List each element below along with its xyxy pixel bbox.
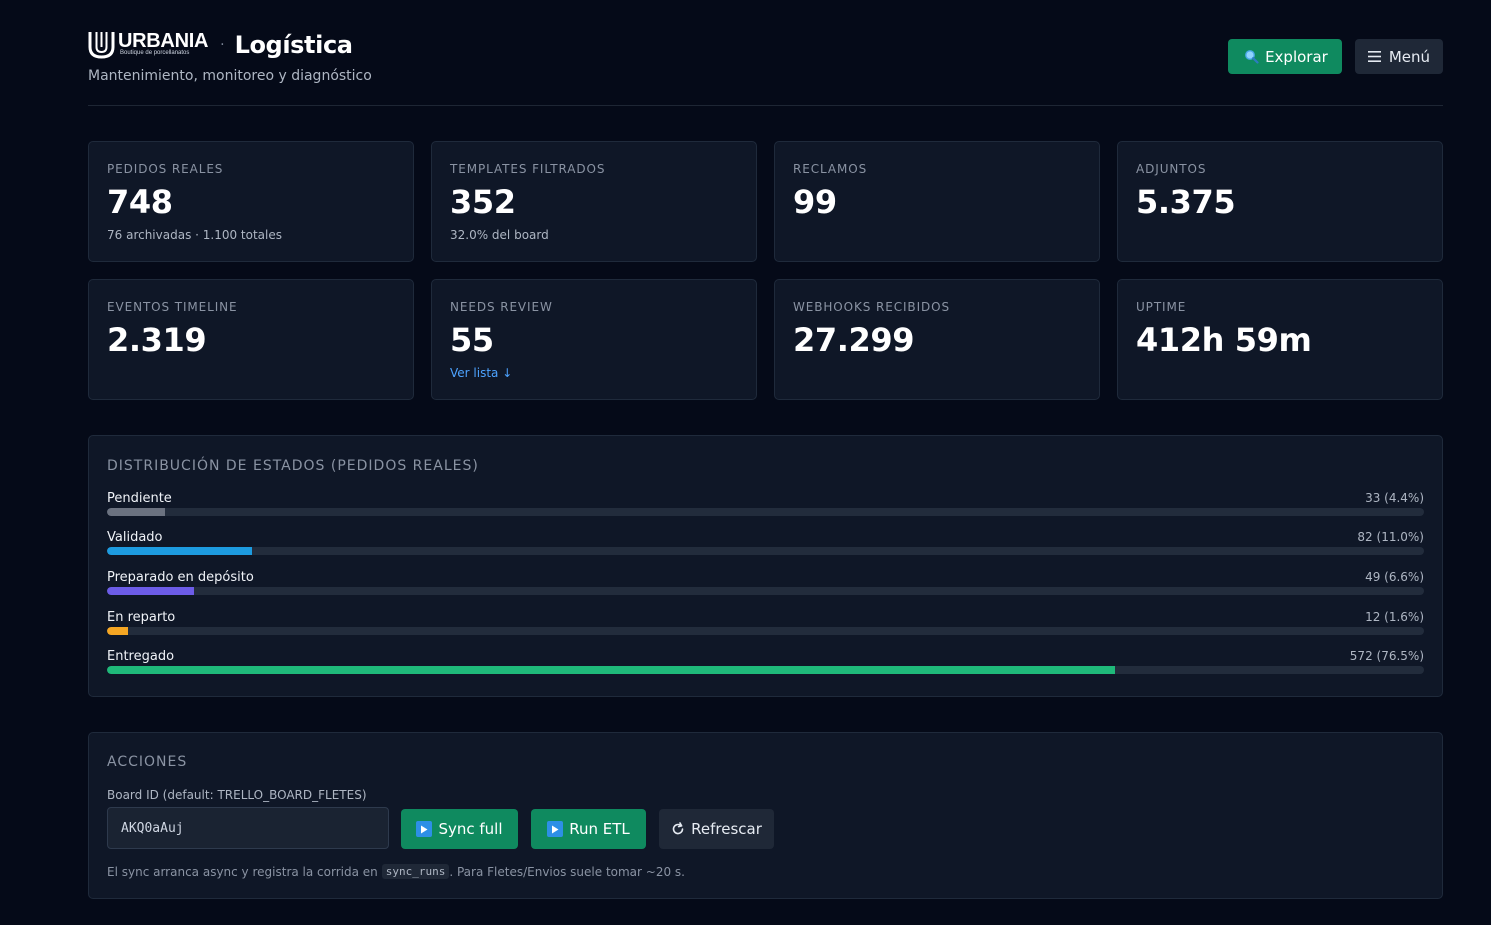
stat-value: 55 (450, 321, 494, 359)
page-subtitle: Mantenimiento, monitoreo y diagnóstico (88, 68, 372, 84)
menu-button-label: Menú (1388, 47, 1430, 66)
status-bar-fill (107, 547, 252, 555)
title-separator: · (220, 36, 225, 53)
status-bar-track (107, 587, 1424, 595)
stat-subtext: 32.0% del board (450, 228, 549, 242)
stat-card-pedidos-reales: PEDIDOS REALES 748 76 archivadas · 1.100… (88, 141, 414, 262)
status-count: 33 (4.4%) (1365, 491, 1424, 505)
page-header: URBANIA Boutique de porcellanatos · Logí… (88, 28, 1443, 106)
status-label: Entregado (107, 649, 175, 664)
refresh-button[interactable]: Refrescar (659, 809, 774, 849)
sync-note-text: El sync arranca async y registra la corr… (107, 864, 378, 879)
stat-value: 2.319 (107, 321, 207, 359)
distribution-title: DISTRIBUCIÓN DE ESTADOS (PEDIDOS REALES) (107, 458, 479, 474)
status-bar-fill (107, 587, 194, 595)
play-icon (416, 821, 433, 837)
stat-label: RECLAMOS (793, 162, 868, 176)
stat-card-adjuntos: ADJUNTOS 5.375 (1117, 141, 1443, 262)
run-etl-button[interactable]: Run ETL (531, 809, 646, 849)
status-bar-fill (107, 666, 1115, 674)
urbania-logo-icon (88, 32, 115, 59)
refresh-icon (672, 822, 684, 835)
distribution-row-entregado: Entregado 572 (76.5%) (107, 649, 1424, 683)
logo-tagline: Boutique de porcellanatos (120, 50, 190, 56)
explore-button-label: Explorar (1265, 47, 1328, 66)
brand: URBANIA Boutique de porcellanatos · Logí… (88, 30, 353, 59)
stat-card-eventos-timeline: EVENTOS TIMELINE 2.319 (88, 279, 414, 400)
status-count: 82 (11.0%) (1357, 530, 1424, 544)
board-id-input[interactable] (107, 807, 389, 849)
ver-lista-link[interactable]: Ver lista ↓ (450, 366, 738, 380)
stat-value: 412h 59m (1136, 321, 1312, 359)
page-title: Logística (234, 30, 353, 59)
sync-note: El sync arranca async y registra la corr… (107, 864, 685, 879)
logo-wordmark: URBANIA (118, 30, 209, 52)
status-distribution-panel: DISTRIBUCIÓN DE ESTADOS (PEDIDOS REALES)… (88, 435, 1443, 697)
stat-value: 748 (107, 183, 173, 221)
search-icon (1245, 50, 1259, 64)
run-etl-label: Run ETL (569, 820, 630, 838)
status-bar-track (107, 547, 1424, 555)
sync-note-tail: . Para Fletes/Envios suele tomar ~20 s. (449, 864, 685, 879)
status-count: 572 (76.5%) (1349, 649, 1424, 663)
stat-subtext: 76 archivadas · 1.100 totales (107, 228, 283, 242)
status-label: En reparto (107, 610, 176, 625)
status-count: 49 (6.6%) (1365, 570, 1424, 584)
stat-label: EVENTOS TIMELINE (107, 300, 238, 314)
status-bar-fill (107, 627, 129, 635)
distribution-row-validado: Validado 82 (11.0%) (107, 530, 1424, 564)
stat-value: 5.375 (1136, 183, 1236, 221)
play-icon (547, 821, 564, 837)
urbania-logo[interactable]: URBANIA Boutique de porcellanatos (88, 30, 208, 59)
actions-title: ACCIONES (107, 754, 188, 770)
status-label: Validado (107, 530, 163, 545)
stat-label: TEMPLATES FILTRADOS (450, 162, 606, 176)
refresh-label: Refrescar (691, 820, 762, 838)
sync-full-button[interactable]: Sync full (401, 809, 518, 849)
hamburger-icon (1367, 51, 1381, 62)
explore-button[interactable]: Explorar (1228, 39, 1342, 74)
stat-card-templates-filtrados: TEMPLATES FILTRADOS 352 32.0% del board (431, 141, 757, 262)
distribution-row-pendiente: Pendiente 33 (4.4%) (107, 491, 1424, 525)
status-bar-fill (107, 508, 165, 516)
status-bar-track (107, 508, 1424, 516)
stat-value: 352 (450, 183, 516, 221)
distribution-row-en-reparto: En reparto 12 (1.6%) (107, 610, 1424, 644)
status-count: 12 (1.6%) (1365, 610, 1424, 624)
stat-value: 99 (793, 183, 837, 221)
stat-card-reclamos: RECLAMOS 99 (774, 141, 1100, 262)
distribution-row-preparado: Preparado en depósito 49 (6.6%) (107, 570, 1424, 604)
stat-label: ADJUNTOS (1136, 162, 1207, 176)
stat-label: PEDIDOS REALES (107, 162, 224, 176)
stat-label: UPTIME (1136, 300, 1187, 314)
page: URBANIA Boutique de porcellanatos · Logí… (0, 0, 1491, 925)
status-bar-track (107, 666, 1424, 674)
sync-full-label: Sync full (438, 820, 503, 838)
stat-label: NEEDS REVIEW (450, 300, 553, 314)
status-label: Preparado en depósito (107, 570, 254, 585)
status-bar-track (107, 627, 1424, 635)
stat-card-needs-review: NEEDS REVIEW 55 Ver lista ↓ (431, 279, 757, 400)
board-id-label: Board ID (default: TRELLO_BOARD_FLETES) (107, 788, 367, 802)
actions-panel: ACCIONES Board ID (default: TRELLO_BOARD… (88, 732, 1443, 899)
stat-value: 27.299 (793, 321, 915, 359)
menu-button[interactable]: Menú (1354, 39, 1443, 74)
stat-label: WEBHOOKS RECIBIDOS (793, 300, 951, 314)
stat-card-uptime: UPTIME 412h 59m (1117, 279, 1443, 400)
sync-runs-code: sync_runs (381, 864, 450, 879)
status-label: Pendiente (107, 491, 172, 506)
stat-card-webhooks-recibidos: WEBHOOKS RECIBIDOS 27.299 (774, 279, 1100, 400)
